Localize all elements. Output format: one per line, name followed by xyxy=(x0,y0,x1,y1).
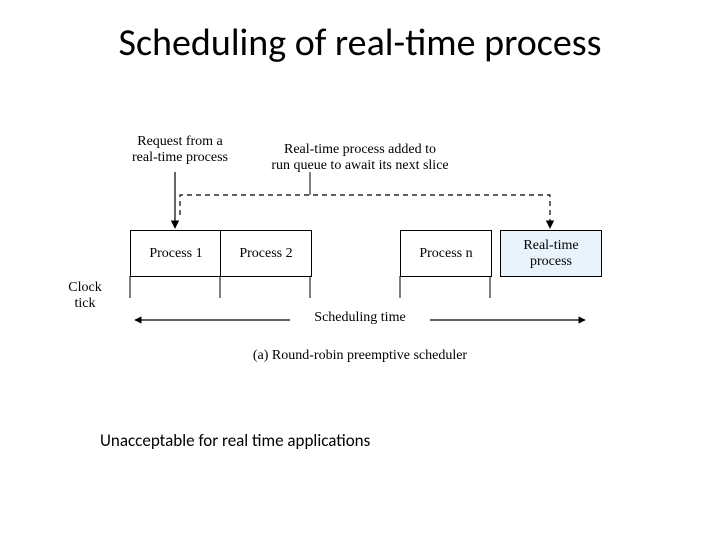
slide-title: Scheduling of real-time process xyxy=(0,20,720,66)
clock-tick-label: Clocktick xyxy=(60,280,110,312)
process-n-box: Process n xyxy=(400,230,492,277)
realtime-process-box: Real-timeprocess xyxy=(500,230,602,277)
process-1-box: Process 1 xyxy=(130,230,222,277)
slide-note: Unacceptable for real time applications xyxy=(100,430,370,451)
process-2-box: Process 2 xyxy=(220,230,312,277)
request-label: Request from areal-time process xyxy=(120,134,240,166)
scheduling-time-label: Scheduling time xyxy=(290,310,430,326)
diagram-caption: (a) Round-robin preemptive scheduler xyxy=(210,348,510,364)
scheduling-diagram: Request from areal-time process Real-tim… xyxy=(60,130,660,390)
queue-added-label: Real-time process added torun queue to a… xyxy=(260,142,460,174)
